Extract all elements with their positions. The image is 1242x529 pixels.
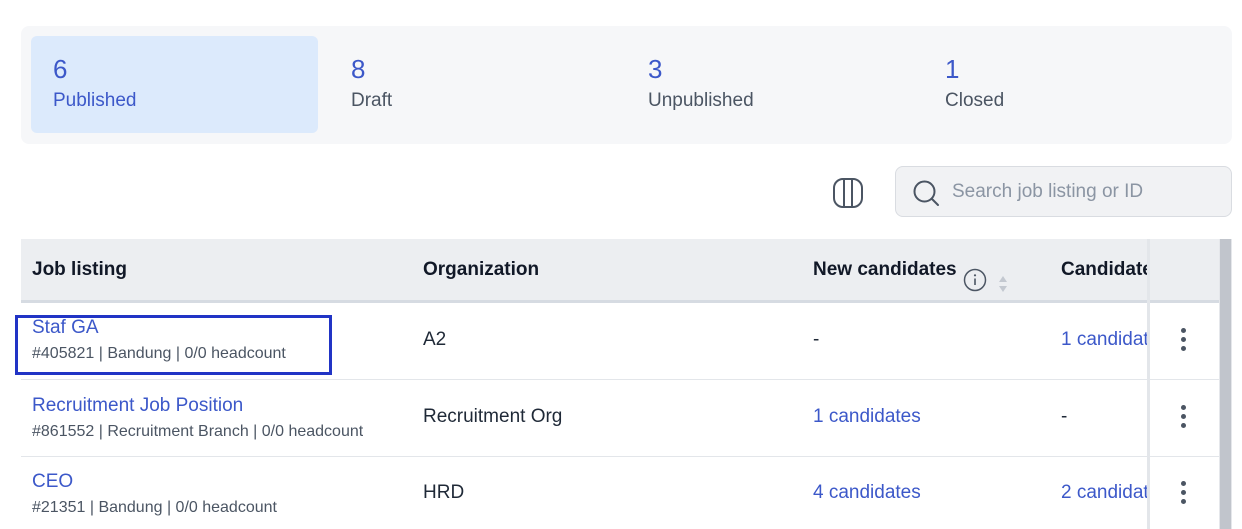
stat-count: 6 [53, 54, 68, 84]
sticky-column-divider [1147, 239, 1150, 529]
table-row: Staf GA #405821 | Bandung | 0/0 headcoun… [21, 303, 1219, 380]
stat-unpublished[interactable]: 3 Unpublished [626, 36, 913, 133]
job-listing-cell: Staf GA #405821 | Bandung | 0/0 headcoun… [32, 316, 286, 365]
stat-count: 8 [351, 54, 366, 84]
table-header: Job listing Organization New candidates … [21, 239, 1219, 303]
stat-label: Draft [351, 90, 393, 111]
header-organization: Organization [423, 259, 540, 280]
stat-closed[interactable]: 1 Closed [923, 36, 1210, 133]
job-title-link[interactable]: Staf GA [32, 316, 286, 340]
job-meta: #405821 | Bandung | 0/0 headcount [32, 345, 286, 362]
search-box[interactable] [895, 166, 1232, 217]
header-new-candidates[interactable]: New candidates [813, 239, 1009, 301]
stat-label: Published [53, 90, 137, 111]
scrollbar-thumb[interactable] [1220, 239, 1231, 529]
job-meta: #21351 | Bandung | 0/0 headcount [32, 499, 277, 516]
header-candidates: Candidates [1061, 259, 1147, 280]
more-vertical-icon[interactable] [1173, 402, 1193, 434]
search-input[interactable] [952, 167, 1222, 216]
header-new-candidates-label: New candidates [813, 259, 957, 280]
stat-published[interactable]: 6 Published [31, 36, 318, 133]
job-meta: #861552 | Recruitment Branch | 0/0 headc… [32, 423, 364, 440]
sort-icon[interactable] [997, 258, 1009, 292]
columns-icon[interactable] [832, 177, 864, 209]
job-listing-cell: Recruitment Job Position #861552 | Recru… [32, 394, 363, 443]
stat-label: Closed [945, 90, 1005, 111]
status-summary: 6 Published 8 Draft 3 Unpublished 1 Clos… [21, 26, 1232, 144]
candidates-link[interactable]: 1 candidates [1061, 329, 1147, 351]
table-row: Recruitment Job Position #861552 | Recru… [21, 380, 1219, 457]
new-candidates-link[interactable]: 1 candidates [813, 406, 921, 428]
stat-draft[interactable]: 8 Draft [329, 36, 616, 133]
new-candidates-link[interactable]: 4 candidates [813, 482, 921, 504]
new-candidates-cell: - [813, 329, 820, 350]
table-row: CEO #21351 | Bandung | 0/0 headcount HRD… [21, 457, 1219, 529]
stat-count: 3 [648, 54, 663, 84]
job-title-link[interactable]: CEO [32, 470, 277, 494]
stat-count: 1 [945, 54, 960, 84]
job-title-link[interactable]: Recruitment Job Position [32, 394, 363, 418]
scrollbar-track[interactable] [1219, 239, 1232, 529]
organization-cell: Recruitment Org [423, 406, 563, 427]
header-job-listing: Job listing [32, 259, 127, 280]
stat-label: Unpublished [648, 90, 754, 111]
more-vertical-icon[interactable] [1173, 325, 1193, 357]
candidates-link[interactable]: 2 candidates [1061, 482, 1147, 504]
job-listing-table: Job listing Organization New candidates … [21, 239, 1219, 529]
info-icon[interactable] [963, 256, 987, 292]
search-icon [912, 179, 940, 207]
more-vertical-icon[interactable] [1173, 478, 1193, 510]
job-listing-cell: CEO #21351 | Bandung | 0/0 headcount [32, 470, 277, 519]
candidates-cell: - [1061, 406, 1068, 427]
organization-cell: HRD [423, 482, 465, 503]
organization-cell: A2 [423, 329, 447, 350]
